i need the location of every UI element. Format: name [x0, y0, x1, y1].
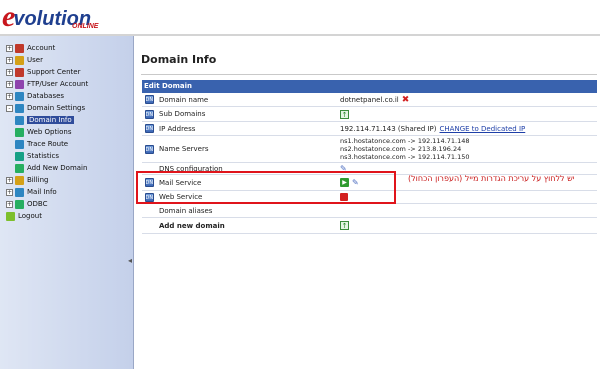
sidebar-item-user[interactable]: + User [6, 54, 88, 66]
sidebar-item-label: Add New Domain [27, 164, 88, 172]
sidebar-item-label: Logout [18, 212, 42, 220]
sidebar-tree: + Account + User + Support Center + FTP/… [6, 42, 88, 222]
statistics-icon [15, 151, 24, 161]
trace-route-icon [15, 139, 24, 149]
sidebar-item-account[interactable]: + Account [6, 42, 88, 54]
sidebar-item-databases[interactable]: + Databases [6, 90, 88, 102]
table-row: Domain aliases [142, 204, 597, 218]
expand-toggle[interactable]: + [6, 68, 13, 76]
logo-online: ONLINE [72, 23, 99, 30]
sidebar-item-domain-info[interactable]: Domain Info [6, 114, 88, 126]
ip-address-value: 192.114.71.143 (Shared IP) [340, 124, 437, 133]
sidebar-item-billing[interactable]: + Billing [6, 174, 88, 186]
row-label: Domain name [159, 95, 209, 104]
add-domain-icon [15, 163, 24, 173]
sidebar-item-label: Databases [27, 92, 65, 100]
sidebar-item-logout[interactable]: Logout [6, 210, 88, 222]
expand-toggle[interactable]: + [6, 176, 13, 184]
sidebar-item-label: Domain Settings [27, 104, 86, 112]
collapse-toggle[interactable]: - [6, 104, 13, 112]
name-server-entry: ns2.hostatonce.com -> 213.8.196.24 [340, 145, 462, 153]
expand-toggle[interactable]: + [6, 44, 13, 52]
name-server-entry: ns1.hostatonce.com -> 192.114.71.148 [340, 137, 470, 145]
logout-icon [6, 211, 15, 221]
table-header: Edit Domain [142, 80, 597, 93]
expand-toggle[interactable]: + [6, 188, 13, 196]
sidebar-item-support-center[interactable]: + Support Center [6, 66, 88, 78]
table-row: DN Name Servers ns1.hostatonce.com -> 19… [142, 136, 597, 163]
sidebar-item-label: Statistics [27, 152, 59, 160]
row-label: Domain aliases [159, 206, 213, 215]
domain-info-icon [15, 115, 24, 125]
sidebar-item-label: Mail Info [27, 188, 57, 196]
table-row: Add new domain ↑ [142, 218, 597, 234]
mail-icon [15, 187, 24, 197]
billing-icon [15, 175, 24, 185]
sidebar-item-add-new-domain[interactable]: Add New Domain [6, 162, 88, 174]
sidebar-item-web-options[interactable]: Web Options [6, 126, 88, 138]
ftp-icon [15, 79, 24, 89]
sidebar-item-label: ODBC [27, 200, 48, 208]
sidebar-item-ftp-user-account[interactable]: + FTP/User Account [6, 78, 88, 90]
sidebar-item-statistics[interactable]: Statistics [6, 150, 88, 162]
sidebar-item-domain-settings[interactable]: - Domain Settings [6, 102, 88, 114]
expand-toggle[interactable]: + [6, 80, 13, 88]
sidebar-item-label: Billing [27, 176, 49, 184]
expand-toggle[interactable]: + [6, 200, 13, 208]
evolution-logo[interactable]: e volution ONLINE [2, 2, 98, 32]
open-subdomains-icon[interactable]: ↑ [340, 109, 349, 119]
odbc-icon [15, 199, 24, 209]
row-icon: DN [144, 109, 154, 119]
domain-name-value: dotnetpanel.co.il [340, 95, 399, 104]
row-label: Sub Domains [159, 110, 206, 118]
account-icon [15, 43, 24, 53]
sidebar: + Account + User + Support Center + FTP/… [0, 36, 134, 369]
sidebar-item-label: Account [27, 44, 56, 52]
sidebar-item-mail-info[interactable]: + Mail Info [6, 186, 88, 198]
delete-icon[interactable]: ✖ [402, 95, 410, 105]
page-title: Domain Info [141, 53, 217, 66]
row-icon: DN [144, 95, 154, 104]
row-label: Name Servers [159, 145, 209, 153]
annotation-note: יש ללחוץ על עריכת הגדרות מייל (העפרון הכ… [408, 174, 575, 183]
sidebar-item-label: Trace Route [27, 140, 69, 148]
sidebar-item-label: User [27, 56, 43, 64]
sidebar-item-label: FTP/User Account [27, 80, 89, 88]
user-icon [15, 55, 24, 65]
sidebar-item-trace-route[interactable]: Trace Route [6, 138, 88, 150]
row-icon: DN [144, 124, 154, 133]
sidebar-item-label: Domain Info [27, 116, 74, 124]
domain-info-table: Edit Domain DN Domain name dotnetpanel.c… [142, 80, 597, 234]
sidebar-item-label: Support Center [27, 68, 81, 76]
database-icon [15, 91, 24, 101]
domain-settings-icon [15, 103, 24, 113]
name-server-entry: ns3.hostatonce.com -> 192.114.71.150 [340, 153, 470, 161]
add-new-domain-icon[interactable]: ↑ [340, 221, 349, 230]
expand-toggle[interactable]: + [6, 56, 13, 64]
table-row: DN Domain name dotnetpanel.co.il ✖ [142, 93, 597, 107]
change-to-dedicated-ip-link[interactable]: CHANGE to Dedicated IP [440, 125, 526, 133]
table-row: DN IP Address 192.114.71.143 (Shared IP)… [142, 122, 597, 136]
support-icon [15, 67, 24, 77]
web-options-icon [15, 127, 24, 137]
sidebar-item-odbc[interactable]: + ODBC [6, 198, 88, 210]
sidebar-item-label: Web Options [27, 128, 72, 136]
expand-toggle[interactable]: + [6, 92, 13, 100]
row-label: Add new domain [159, 221, 225, 230]
header: e volution ONLINE [0, 0, 600, 34]
table-row: DN Sub Domains ↑ [142, 107, 597, 122]
row-icon: DN [144, 144, 154, 154]
highlight-box [136, 171, 396, 204]
row-label: IP Address [159, 124, 196, 133]
title-divider [141, 74, 597, 75]
